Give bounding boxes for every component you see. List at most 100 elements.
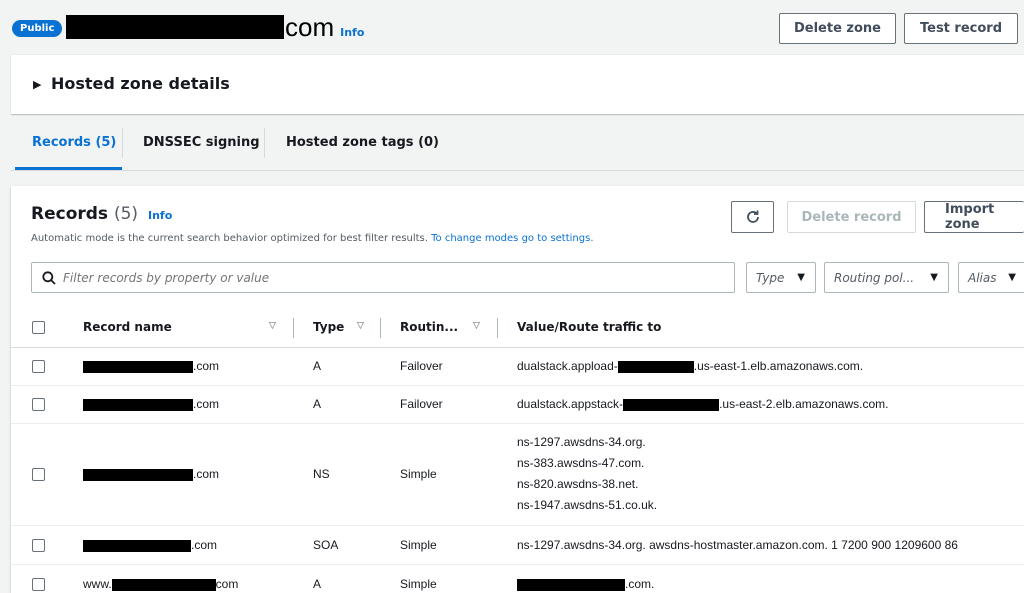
record-name: .com	[83, 359, 219, 373]
redacted-value	[517, 578, 625, 591]
redacted-zone-name	[66, 15, 284, 39]
record-value: .com.	[517, 577, 654, 591]
record-name: .com	[83, 538, 217, 552]
delete-record-button[interactable]: Delete record	[787, 201, 916, 233]
settings-link[interactable]: To change modes go to settings.	[431, 233, 593, 244]
column-resizer[interactable]	[497, 318, 498, 338]
nameserver-value: ns-383.awsdns-47.com.	[517, 456, 645, 470]
alias-filter-label: Alias	[968, 270, 997, 285]
tab-divider	[264, 128, 265, 158]
records-title: Records	[31, 204, 109, 224]
caret-down-icon: ▼	[1008, 272, 1016, 283]
tab-hosted-zone-tags[interactable]: Hosted zone tags (0)	[286, 135, 439, 150]
record-type: A	[313, 359, 322, 373]
alias-filter-select[interactable]: Alias ▼	[958, 262, 1024, 293]
import-zone-button[interactable]: Import zone	[924, 201, 1024, 233]
record-routing: Failover	[400, 397, 443, 411]
records-table-header: Record name ▽ Type ▽ Routin... ▽ Value/R…	[11, 308, 1024, 348]
table-row[interactable]: .com NS Simple ns-1297.awsdns-34.org. ns…	[11, 424, 1024, 526]
tab-bar: Records (5) DNSSEC signing Hosted zone t…	[11, 115, 1024, 171]
value-prefix: dualstack.appload-	[517, 359, 618, 373]
row-checkbox[interactable]	[32, 578, 45, 591]
record-routing: Simple	[400, 467, 437, 481]
hosted-zone-details-panel[interactable]: ▶ Hosted zone details	[11, 54, 1024, 114]
expand-caret-icon[interactable]: ▶	[33, 78, 41, 91]
type-filter-label: Type	[756, 270, 785, 285]
public-badge: Public	[12, 20, 63, 37]
nameserver-value: ns-1947.awsdns-51.co.uk.	[517, 498, 658, 512]
column-resizer[interactable]	[380, 318, 381, 338]
caret-down-icon: ▼	[797, 272, 805, 283]
zone-info-link[interactable]: Info	[340, 26, 364, 39]
record-value: ns-1297.awsdns-34.org. awsdns-hostmaster…	[517, 538, 958, 552]
record-type: NS	[313, 467, 330, 481]
record-type: A	[313, 577, 322, 591]
record-name: .com	[83, 467, 219, 481]
nameserver-value: ns-1297.awsdns-34.org.	[517, 435, 646, 449]
records-panel: Records (5) Info Automatic mode is the c…	[11, 186, 1024, 593]
record-name-suffix: com	[215, 577, 239, 591]
row-checkbox[interactable]	[32, 539, 45, 552]
redacted-name	[83, 360, 193, 373]
table-row[interactable]: www. com A Simple .com.	[11, 565, 1024, 593]
hosted-zone-title: com Info	[66, 12, 364, 43]
search-input[interactable]	[63, 268, 723, 288]
record-value-list: ns-1297.awsdns-34.org. ns-383.awsdns-47.…	[517, 432, 657, 516]
description-text: Automatic mode is the current search beh…	[31, 233, 428, 244]
record-routing: Simple	[400, 538, 437, 552]
redacted-value	[617, 360, 694, 373]
value-prefix: dualstack.appstack-	[517, 397, 624, 411]
active-tab-indicator	[15, 167, 122, 170]
type-filter-select[interactable]: Type ▼	[746, 262, 816, 293]
routing-policy-filter-select[interactable]: Routing pol... ▼	[824, 262, 949, 293]
value-suffix: .us-east-2.elb.amazonaws.com.	[719, 397, 889, 411]
caret-down-icon: ▼	[930, 272, 938, 283]
records-heading: Records (5) Info	[31, 204, 172, 224]
search-icon	[42, 271, 56, 285]
zone-name-suffix: com	[285, 12, 335, 42]
column-type[interactable]: Type	[313, 320, 344, 334]
column-record-name[interactable]: Record name	[83, 320, 172, 334]
sort-icon[interactable]: ▽	[357, 321, 364, 331]
test-record-button[interactable]: Test record	[904, 13, 1018, 44]
row-checkbox[interactable]	[32, 398, 45, 411]
tab-records[interactable]: Records (5)	[32, 135, 116, 150]
column-routing[interactable]: Routin...	[400, 320, 458, 334]
routing-filter-label: Routing pol...	[834, 270, 915, 285]
record-name-suffix: .com	[193, 397, 220, 411]
record-routing: Failover	[400, 359, 443, 373]
record-name: .com	[83, 397, 219, 411]
record-value: dualstack.appload- .us-east-1.elb.amazona…	[517, 359, 863, 373]
select-all-checkbox[interactable]	[32, 321, 45, 334]
refresh-button[interactable]	[731, 201, 774, 233]
record-value: dualstack.appstack- .us-east-2.elb.amazon…	[517, 397, 888, 411]
tab-divider	[122, 128, 123, 158]
tab-dnssec-signing[interactable]: DNSSEC signing	[143, 135, 260, 150]
record-name-suffix: .com	[191, 538, 218, 552]
column-value[interactable]: Value/Route traffic to	[517, 320, 661, 334]
sort-icon[interactable]: ▽	[473, 321, 480, 331]
nameserver-value: ns-820.awsdns-38.net.	[517, 477, 639, 491]
redacted-name	[83, 539, 191, 552]
row-checkbox[interactable]	[32, 468, 45, 481]
record-name-prefix: www.	[83, 577, 112, 591]
column-resizer[interactable]	[293, 318, 294, 338]
record-name-suffix: .com	[193, 467, 220, 481]
records-search[interactable]	[31, 262, 735, 293]
refresh-icon	[746, 210, 759, 223]
redacted-value	[623, 398, 720, 411]
delete-zone-button[interactable]: Delete zone	[779, 13, 896, 44]
sort-icon[interactable]: ▽	[269, 321, 276, 331]
record-type: SOA	[313, 538, 339, 552]
hosted-zone-details-label: Hosted zone details	[51, 74, 230, 93]
row-checkbox[interactable]	[32, 360, 45, 373]
record-routing: Simple	[400, 577, 437, 591]
records-count: (5)	[113, 204, 139, 224]
table-row[interactable]: .com A Failover dualstack.appstack- .us-e…	[11, 386, 1024, 424]
table-row[interactable]: .com A Failover dualstack.appload- .us-ea…	[11, 348, 1024, 386]
record-name: www. com	[83, 577, 238, 591]
table-row[interactable]: .com SOA Simple ns-1297.awsdns-34.org. a…	[11, 526, 1024, 565]
search-mode-description: Automatic mode is the current search beh…	[31, 233, 594, 244]
record-name-suffix: .com	[193, 359, 220, 373]
records-info-link[interactable]: Info	[148, 209, 172, 222]
